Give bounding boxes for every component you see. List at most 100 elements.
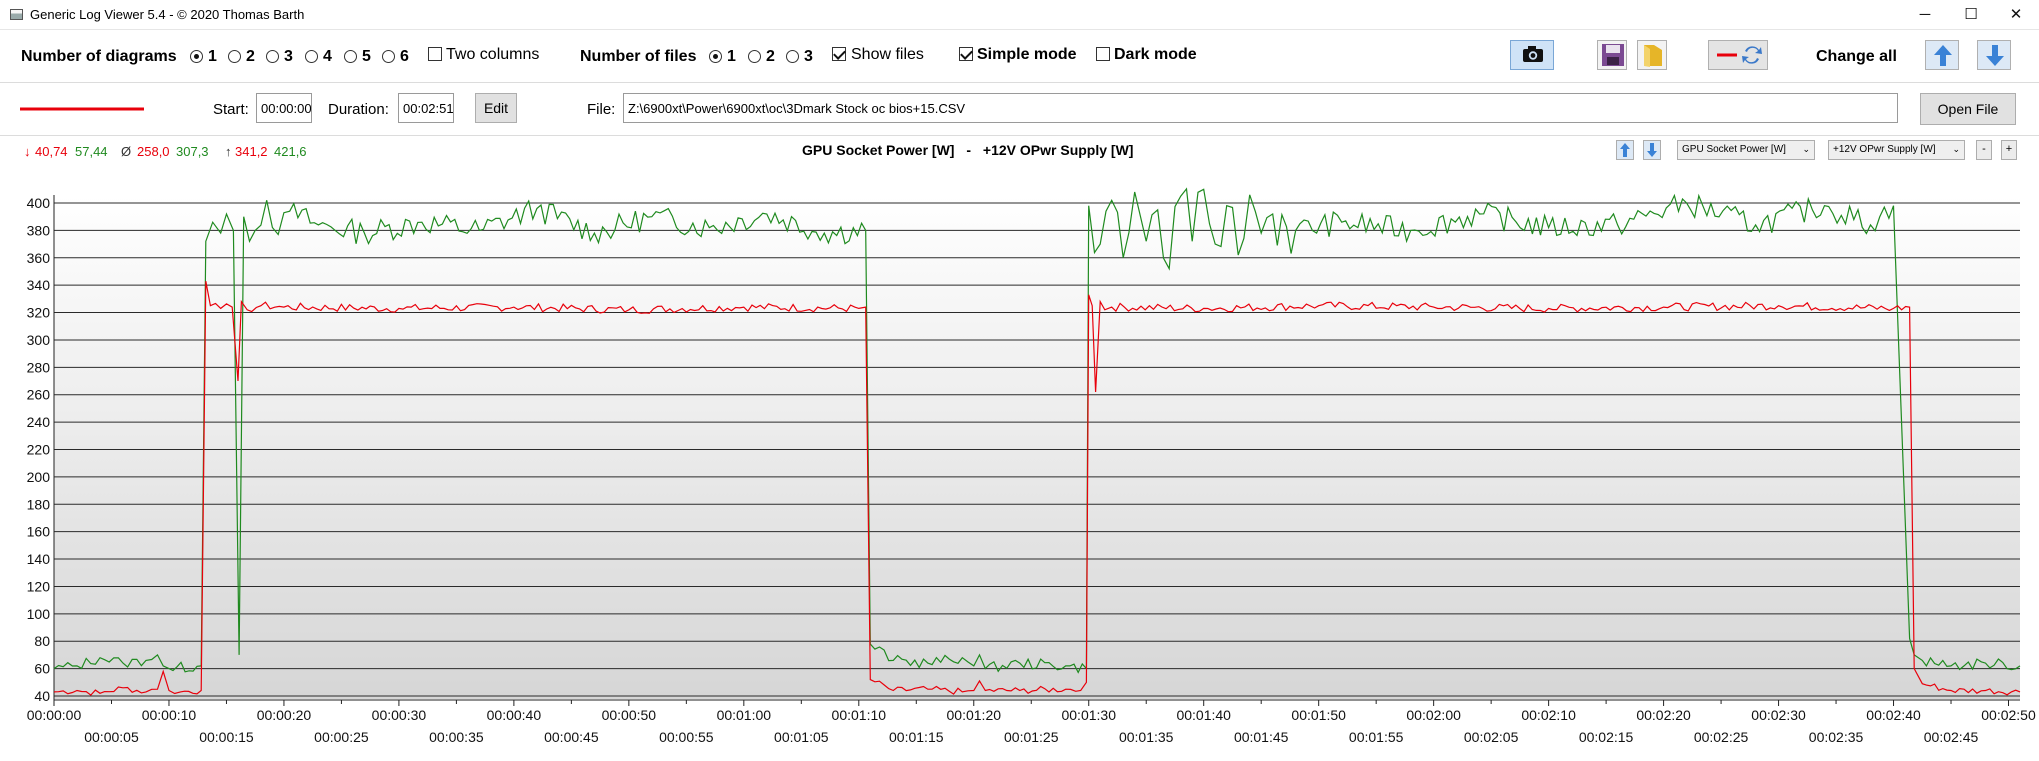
- x-tick-label: 00:01:15: [889, 729, 944, 745]
- y-tick-label: 260: [27, 387, 51, 403]
- x-tick-label: 00:02:10: [1521, 707, 1576, 723]
- open-folder-button[interactable]: [1637, 40, 1667, 70]
- file-radio-3[interactable]: [786, 50, 799, 63]
- min-green-value: 57,44: [75, 144, 108, 159]
- arrow-up-icon: [1620, 143, 1630, 157]
- line-swap-icon: [1717, 46, 1762, 64]
- toolbar: Number of diagrams 1 2 3 4 5 6 Two colum…: [0, 30, 2039, 83]
- x-tick-label: 00:00:15: [199, 729, 254, 745]
- arrow-up-icon: [1934, 45, 1952, 66]
- y-tick-label: 100: [27, 606, 51, 622]
- diagram-option-3: 3: [284, 48, 293, 65]
- window-titlebar: Generic Log Viewer 5.4 - © 2020 Thomas B…: [0, 0, 2039, 30]
- x-tick-label: 00:01:45: [1234, 729, 1289, 745]
- x-tick-label: 00:02:30: [1751, 707, 1806, 723]
- y-tick-label: 340: [27, 277, 51, 293]
- y-tick-label: 140: [27, 551, 51, 567]
- line-chart[interactable]: 40 60 80 100 120 140 160 180 200 220 240 260 280 300 3…: [0, 165, 2039, 761]
- swap-lines-button[interactable]: [1708, 40, 1768, 70]
- diagram-radio-3[interactable]: [266, 50, 279, 63]
- edit-button[interactable]: Edit: [475, 93, 517, 123]
- y-tick-label: 220: [27, 442, 51, 458]
- max-green-value: 421,6: [274, 144, 307, 159]
- arrow-down-icon: [1986, 45, 2004, 66]
- diagram-option-6: 6: [400, 48, 409, 65]
- x-tick-label: 00:02:45: [1924, 729, 1979, 745]
- y-tick-label: 120: [27, 578, 51, 594]
- dark-mode-checkbox[interactable]: [1096, 47, 1110, 61]
- start-field[interactable]: 00:00:00: [256, 93, 312, 123]
- x-tick-label: 00:02:05: [1464, 729, 1519, 745]
- diagram-radio-2[interactable]: [228, 50, 241, 63]
- diagram-option-1: 1: [208, 48, 217, 65]
- x-tick-label: 00:00:25: [314, 729, 369, 745]
- close-button[interactable]: ✕: [1993, 0, 2039, 30]
- chart-header: ↓ 40,74 57,44 Ø 258,0 307,3 ↑ 341,2 421,…: [0, 137, 2039, 165]
- arrow-down-icon: [1647, 143, 1657, 157]
- simple-mode-label: Simple mode: [977, 46, 1077, 63]
- x-tick-label: 00:02:50: [1981, 707, 2036, 723]
- file-radio-1[interactable]: [709, 50, 722, 63]
- diagram-option-2: 2: [246, 48, 255, 65]
- open-file-button[interactable]: Open File: [1920, 93, 2016, 125]
- series-b-select-value: +12V OPwr Supply [W]: [1833, 144, 1936, 155]
- x-tick-label: 00:00:35: [429, 729, 484, 745]
- maximize-button[interactable]: ☐: [1948, 0, 1994, 30]
- min-symbol: ↓: [24, 144, 31, 159]
- camera-icon: [1523, 46, 1543, 62]
- number-of-diagrams-label: Number of diagrams: [21, 48, 177, 65]
- series-up-button[interactable]: [1616, 140, 1634, 160]
- window-title: Generic Log Viewer 5.4 - © 2020 Thomas B…: [30, 7, 305, 22]
- y-tick-label: 160: [27, 524, 51, 540]
- y-tick-label: 180: [27, 496, 51, 512]
- series-down-button[interactable]: [1643, 140, 1661, 160]
- x-tick-label: 00:01:25: [1004, 729, 1059, 745]
- number-of-files-label: Number of files: [580, 48, 697, 65]
- screenshot-button[interactable]: [1510, 40, 1554, 70]
- two-columns-checkbox[interactable]: [428, 47, 442, 61]
- series-b-select[interactable]: +12V OPwr Supply [W] ⌄: [1828, 140, 1965, 160]
- file-path-field[interactable]: Z:\6900xt\Power\6900xt\oc\3Dmark Stock o…: [623, 93, 1898, 123]
- chart-title: GPU Socket Power [W] - +12V OPwr Supply …: [802, 142, 1133, 158]
- y-tick-label: 200: [27, 469, 51, 485]
- diagram-radio-5[interactable]: [344, 50, 357, 63]
- series-a-select[interactable]: GPU Socket Power [W] ⌄: [1677, 140, 1815, 160]
- diagram-option-5: 5: [362, 48, 371, 65]
- plot-background: [54, 195, 2020, 699]
- x-tick-label: 00:00:20: [257, 707, 312, 723]
- x-tick-label: 00:01:20: [947, 707, 1002, 723]
- y-tick-label: 400: [27, 195, 51, 211]
- avg-symbol: Ø: [121, 144, 132, 159]
- move-down-button[interactable]: [1977, 40, 2011, 70]
- y-tick-label: 380: [27, 222, 51, 238]
- app-icon: [10, 9, 23, 20]
- diagram-radio-6[interactable]: [382, 50, 395, 63]
- minimize-button[interactable]: ─: [1902, 0, 1948, 30]
- diagram-radio-4[interactable]: [305, 50, 318, 63]
- simple-mode-checkbox[interactable]: [959, 47, 973, 61]
- avg-red-value: 258,0: [137, 144, 170, 159]
- zoom-out-button[interactable]: -: [1976, 140, 1992, 160]
- y-tick-label: 300: [27, 332, 51, 348]
- two-columns-label: Two columns: [446, 46, 540, 63]
- save-button[interactable]: [1597, 40, 1627, 70]
- x-tick-label: 00:00:45: [544, 729, 599, 745]
- diagram-radio-1[interactable]: [190, 50, 203, 63]
- duration-field[interactable]: 00:02:51: [398, 93, 454, 123]
- folder-icon: [1644, 45, 1662, 67]
- min-red-value: 40,74: [35, 144, 68, 159]
- chart-title-separator: -: [966, 142, 972, 158]
- x-tick-label: 00:01:10: [832, 707, 887, 723]
- show-files-checkbox[interactable]: [832, 47, 846, 61]
- move-up-button[interactable]: [1925, 40, 1959, 70]
- x-tick-label: 00:02:35: [1809, 729, 1864, 745]
- x-tick-label: 00:02:20: [1636, 707, 1691, 723]
- file-radio-2[interactable]: [748, 50, 761, 63]
- file-label: File:: [587, 101, 616, 118]
- y-tick-label: 240: [27, 414, 51, 430]
- x-tick-label: 00:02:00: [1406, 707, 1461, 723]
- chart-title-series-a: GPU Socket Power [W]: [802, 142, 955, 158]
- y-tick-label: 320: [27, 305, 51, 321]
- zoom-in-button[interactable]: +: [2001, 140, 2017, 160]
- chart-title-series-b: +12V OPwr Supply [W]: [982, 142, 1134, 158]
